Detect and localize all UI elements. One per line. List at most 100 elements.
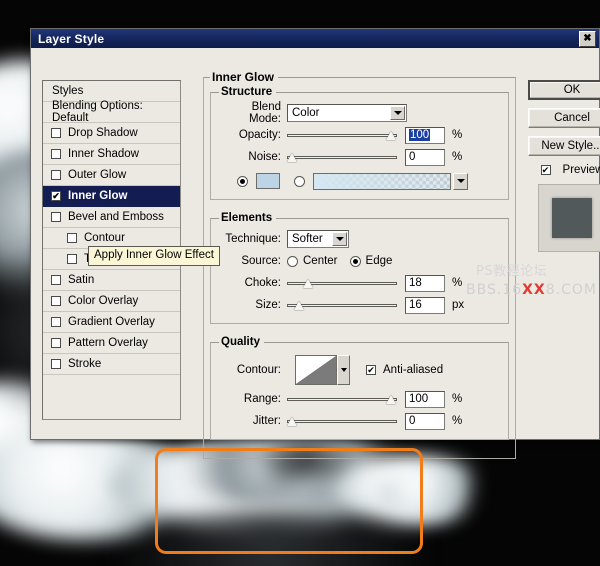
noise-unit: %	[452, 151, 463, 163]
sidebar-item-drop-shadow[interactable]: Drop Shadow	[43, 123, 180, 144]
texture-checkbox[interactable]	[67, 254, 77, 264]
choke-slider[interactable]	[287, 276, 397, 290]
anti-aliased-checkbox[interactable]	[366, 365, 376, 375]
sidebar-item-satin[interactable]: Satin	[43, 270, 180, 291]
opacity-input[interactable]: 100	[405, 126, 445, 144]
contour-preview[interactable]	[295, 355, 337, 385]
gradient-overlay-label: Gradient Overlay	[68, 316, 155, 328]
source-row: Source: Center Edge	[219, 252, 500, 270]
choke-value: 18	[409, 277, 422, 289]
opacity-slider[interactable]	[287, 128, 397, 142]
fill-gradient-radio[interactable]	[294, 175, 305, 187]
sidebar-item-pattern-overlay[interactable]: Pattern Overlay	[43, 333, 180, 354]
close-icon[interactable]: ✖	[579, 31, 596, 47]
range-slider[interactable]	[287, 392, 397, 406]
contour-label: Contour:	[236, 364, 281, 376]
inner-shadow-label: Inner Shadow	[68, 148, 139, 160]
blend-mode-select[interactable]: Color	[287, 104, 407, 122]
inner-glow-checkbox[interactable]	[51, 191, 61, 201]
bevel-and-emboss-checkbox[interactable]	[51, 212, 61, 222]
contour-curve-icon	[296, 356, 336, 384]
pattern-overlay-checkbox[interactable]	[51, 338, 61, 348]
elements-group: Elements Technique: Softer Source: Cente…	[210, 212, 509, 324]
range-row: Range: 100 %	[219, 390, 500, 408]
range-unit: %	[452, 393, 463, 405]
new-style-button[interactable]: New Style...	[528, 136, 600, 156]
tooltip-text: Apply Inner Glow Effect	[94, 249, 214, 261]
choke-input[interactable]: 18	[405, 274, 445, 292]
inner-shadow-checkbox[interactable]	[51, 149, 61, 159]
range-thumb[interactable]	[386, 393, 397, 404]
contour-row: Contour: Anti-aliased	[219, 354, 500, 386]
contour-chevron-down-icon[interactable]	[337, 355, 350, 385]
preview-toggle-row[interactable]: Preview	[528, 164, 600, 176]
source-edge-label: Edge	[365, 255, 393, 267]
contour-checkbox[interactable]	[67, 233, 77, 243]
sidebar-item-gradient-overlay[interactable]: Gradient Overlay	[43, 312, 180, 333]
sidebar-item-inner-glow[interactable]: Inner Glow	[43, 186, 180, 207]
jitter-slider[interactable]	[287, 414, 397, 428]
inner-glow-group: Inner Glow Structure Blend Mode: Color O…	[203, 70, 516, 459]
source-center-radio[interactable]	[287, 255, 298, 267]
range-label: Range:	[243, 393, 281, 405]
sidebar-item-stroke[interactable]: Stroke	[43, 354, 180, 375]
jitter-thumb[interactable]	[287, 415, 298, 426]
blend-mode-value: Color	[292, 107, 320, 119]
gradient-overlay-checkbox[interactable]	[51, 317, 61, 327]
satin-checkbox[interactable]	[51, 275, 61, 285]
sidebar-item-color-overlay[interactable]: Color Overlay	[43, 291, 180, 312]
technique-row: Technique: Softer	[219, 230, 500, 248]
drop-shadow-checkbox[interactable]	[51, 128, 61, 138]
sidebar-item-blending-options[interactable]: Blending Options: Default	[43, 100, 180, 124]
structure-group: Structure Blend Mode: Color Opacity: 100…	[210, 86, 509, 200]
source-edge-radio[interactable]	[349, 255, 361, 267]
opacity-thumb[interactable]	[386, 129, 397, 140]
noise-slider[interactable]	[287, 150, 397, 164]
noise-input[interactable]: 0	[405, 148, 445, 166]
blending-options-label: Blending Options: Default	[52, 100, 143, 124]
elements-legend: Elements	[221, 212, 273, 224]
chevron-down-icon[interactable]	[390, 106, 405, 120]
glow-color-swatch[interactable]	[256, 173, 280, 189]
size-input[interactable]: 16	[405, 296, 445, 314]
range-input[interactable]: 100	[405, 390, 445, 408]
outer-glow-label: Outer Glow	[68, 169, 127, 181]
size-thumb[interactable]	[294, 299, 305, 310]
ok-button[interactable]: OK	[528, 80, 600, 100]
chevron-down-icon[interactable]	[332, 232, 347, 246]
dialog-buttons: OK Cancel New Style... Preview	[528, 80, 600, 252]
noise-thumb[interactable]	[287, 151, 298, 162]
size-label: Size:	[255, 299, 281, 311]
glow-gradient-preview[interactable]	[313, 172, 451, 190]
cancel-button[interactable]: Cancel	[528, 108, 600, 128]
anti-aliased-label: Anti-aliased	[383, 364, 444, 376]
color-overlay-checkbox[interactable]	[51, 296, 61, 306]
sidebar-item-inner-shadow[interactable]: Inner Shadow	[43, 144, 180, 165]
inner-glow-group-title: Inner Glow	[212, 70, 275, 84]
dialog-title: Layer Style	[38, 31, 105, 46]
choke-thumb[interactable]	[303, 277, 314, 288]
source-label: Source:	[241, 255, 281, 267]
opacity-row: Opacity: 100 %	[219, 126, 500, 144]
quality-legend: Quality	[221, 336, 260, 348]
gradient-chevron-down-icon[interactable]	[453, 172, 468, 190]
stroke-checkbox[interactable]	[51, 359, 61, 369]
preview-checkbox[interactable]	[540, 165, 551, 175]
fill-color-radio[interactable]	[237, 175, 248, 187]
sidebar-item-bevel-and-emboss[interactable]: Bevel and Emboss	[43, 207, 180, 228]
outer-glow-checkbox[interactable]	[51, 170, 61, 180]
drop-shadow-label: Drop Shadow	[68, 127, 138, 139]
dialog-titlebar[interactable]: Layer Style ✖	[31, 29, 599, 48]
opacity-label: Opacity:	[238, 129, 281, 141]
styles-list-header[interactable]: Styles	[43, 81, 180, 102]
jitter-input[interactable]: 0	[405, 412, 445, 430]
noise-label: Noise:	[248, 151, 281, 163]
size-slider[interactable]	[287, 298, 397, 312]
source-center-label: Center	[303, 255, 338, 267]
satin-label: Satin	[68, 274, 95, 286]
dialog-body: Styles Blending Options: Default Drop Sh…	[31, 48, 600, 459]
preview-thumbnail-shape	[552, 198, 592, 238]
size-row: Size: 16 px	[219, 296, 500, 314]
technique-select[interactable]: Softer	[287, 230, 349, 248]
sidebar-item-outer-glow[interactable]: Outer Glow	[43, 165, 180, 186]
